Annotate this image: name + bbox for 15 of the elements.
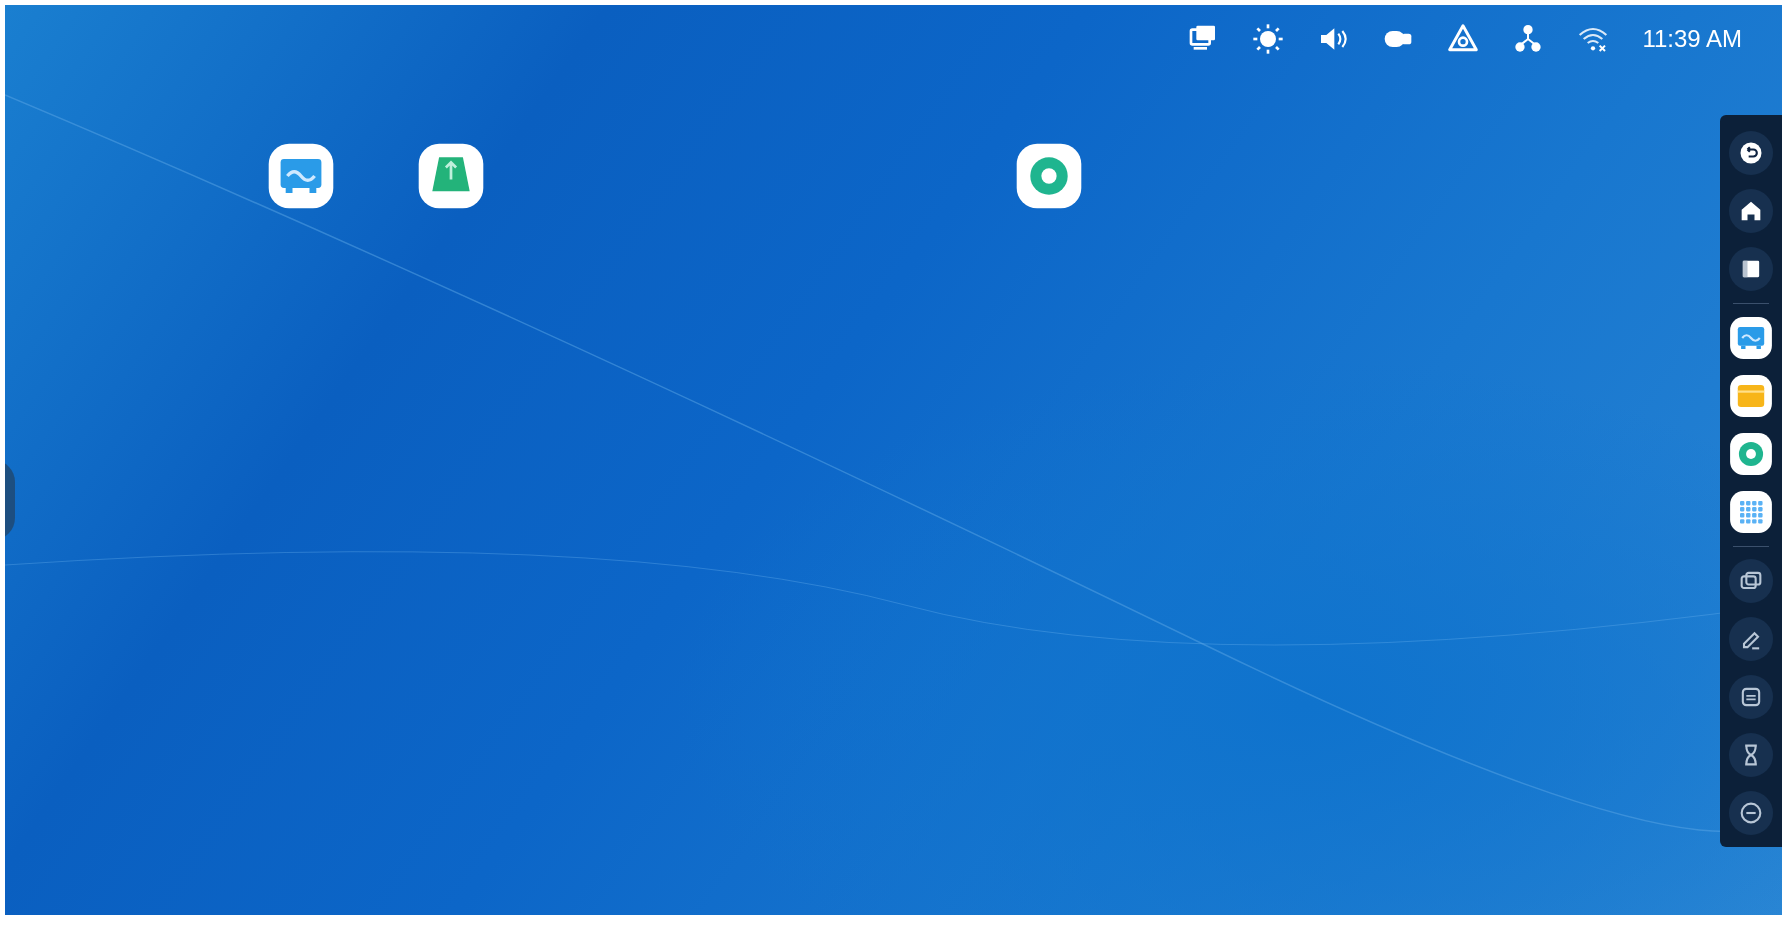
screen-share-button[interactable]: [1729, 675, 1773, 719]
minus-circle-button[interactable]: [1729, 791, 1773, 835]
usb-app-icon[interactable]: [417, 142, 485, 210]
pen-button[interactable]: [1729, 617, 1773, 661]
home-button[interactable]: [1729, 189, 1773, 233]
folder-app-icon[interactable]: [1729, 374, 1773, 418]
app-grid-icon[interactable]: [1729, 490, 1773, 534]
clock-time: 11:39 AM: [1642, 25, 1742, 53]
square-button[interactable]: [1729, 247, 1773, 291]
ring-app-icon[interactable]: [1729, 432, 1773, 476]
hourglass-button[interactable]: [1729, 733, 1773, 777]
sun-icon[interactable]: [1252, 23, 1285, 55]
screen-button[interactable]: [1729, 559, 1773, 603]
whiteboard-app-icon[interactable]: [1729, 316, 1773, 360]
back-button[interactable]: [1729, 131, 1773, 175]
